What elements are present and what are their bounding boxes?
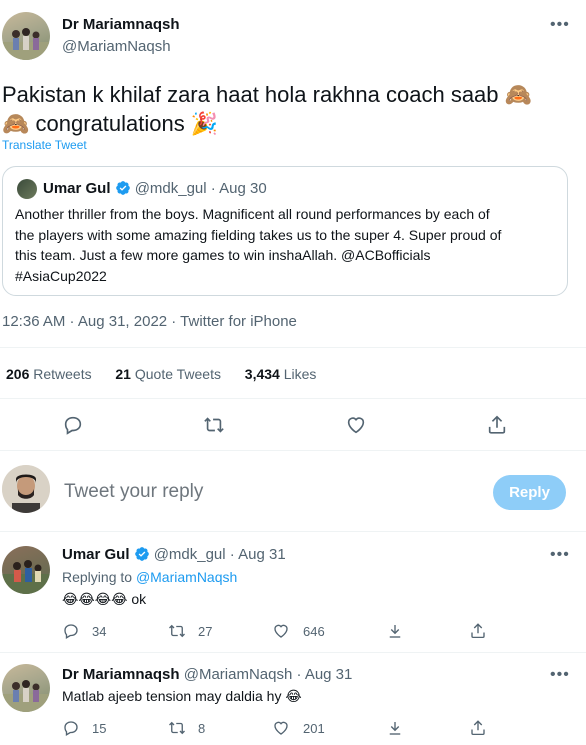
verified-icon xyxy=(115,180,131,200)
quoted-text-line: #AsiaCup2022 xyxy=(15,267,107,284)
reply-header: Dr Mariamnaqsh @MariamNaqsh · Aug 31 xyxy=(62,666,352,683)
retweets-count: 206 xyxy=(6,366,30,382)
separator: · xyxy=(229,546,235,563)
reply-header: Umar Gul @mdk_gul · Aug 31 xyxy=(62,546,286,566)
like-icon[interactable] xyxy=(272,622,290,640)
reply-count: 15 xyxy=(92,721,107,736)
quoted-text-line: the players with some amazing fielding t… xyxy=(15,226,502,243)
tweet-text: Pakistan k khilaf zara haat hola rakhna … xyxy=(2,80,586,138)
like-icon[interactable] xyxy=(345,414,367,436)
tweet-text-line1: Pakistan k khilaf zara haat hola rakhna … xyxy=(2,82,499,107)
reply-author-handle[interactable]: @mdk_gul xyxy=(154,546,226,563)
quoted-text-line: Another thriller from the boys. Magnific… xyxy=(15,206,490,222)
more-icon[interactable]: ••• xyxy=(550,547,570,563)
retweets-stat[interactable]: 206 Retweets xyxy=(6,366,92,382)
retweets-label: Retweets xyxy=(33,366,92,382)
retweet-count: 27 xyxy=(198,624,213,639)
reply-date[interactable]: Aug 31 xyxy=(305,666,353,683)
quotes-label: Quote Tweets xyxy=(134,366,221,382)
separator: · xyxy=(296,666,302,683)
replying-to-link[interactable]: @MariamNaqsh xyxy=(136,569,237,585)
replying-to-prefix: Replying to xyxy=(62,569,133,585)
retweet-count: 8 xyxy=(198,721,206,736)
more-icon[interactable]: ••• xyxy=(550,17,570,33)
reply-author-handle[interactable]: @MariamNaqsh xyxy=(184,666,293,683)
monkey-emoji-icon: 🙈 xyxy=(2,111,30,136)
replying-to: Replying to @MariamNaqsh xyxy=(62,569,237,585)
quoted-author-handle: @mdk_gul xyxy=(134,180,207,197)
download-icon[interactable] xyxy=(386,719,404,737)
likes-stat[interactable]: 3,434 Likes xyxy=(245,366,317,382)
reply-author-avatar[interactable] xyxy=(2,546,50,594)
reply-author-name[interactable]: Dr Mariamnaqsh xyxy=(62,666,180,683)
reply-text-body: ok xyxy=(131,591,147,607)
download-icon[interactable] xyxy=(386,622,404,640)
reply-count: 34 xyxy=(92,624,107,639)
reply-author-name[interactable]: Umar Gul xyxy=(62,546,130,563)
share-icon[interactable] xyxy=(486,414,508,436)
verified-icon xyxy=(134,546,150,566)
like-icon[interactable] xyxy=(272,719,290,737)
separator: · xyxy=(210,180,216,197)
likes-label: Likes xyxy=(283,366,317,382)
author-avatar[interactable] xyxy=(2,12,50,60)
author-name[interactable]: Dr Mariamnaqsh xyxy=(62,16,180,33)
reply-icon[interactable] xyxy=(62,622,80,640)
share-icon[interactable] xyxy=(469,719,487,737)
reply-text-body: Matlab ajeeb tension may daldia hy xyxy=(62,688,282,704)
reply-button[interactable]: Reply xyxy=(493,475,566,510)
share-icon[interactable] xyxy=(469,622,487,640)
laughing-emoji-icon: 😂😂😂😂 xyxy=(62,591,128,607)
current-user-avatar[interactable] xyxy=(2,465,50,513)
reply-input[interactable]: Tweet your reply xyxy=(64,481,203,503)
quote-tweets-stat[interactable]: 21 Quote Tweets xyxy=(115,366,221,382)
like-count: 201 xyxy=(303,721,325,736)
party-emoji-icon: 🎉 xyxy=(190,111,219,136)
reply-text: 😂😂😂😂 ok xyxy=(62,591,146,608)
reply-icon[interactable] xyxy=(62,719,80,737)
author-handle[interactable]: @MariamNaqsh xyxy=(62,38,171,55)
more-icon[interactable]: ••• xyxy=(550,667,570,683)
tweet-text-line2: congratulations xyxy=(35,111,185,136)
retweet-icon[interactable] xyxy=(168,622,186,640)
translate-tweet-link[interactable]: Translate Tweet xyxy=(2,138,87,152)
like-count: 646 xyxy=(303,624,325,639)
quoted-header: Umar Gul @mdk_gul · Aug 30 xyxy=(43,180,267,200)
tweet-stats: 206 Retweets 21 Quote Tweets 3,434 Likes xyxy=(6,366,316,382)
quoted-date: Aug 30 xyxy=(219,180,267,197)
quoted-tweet-card[interactable]: Umar Gul @mdk_gul · Aug 30 Another thril… xyxy=(2,166,568,296)
likes-count: 3,434 xyxy=(244,366,280,382)
laughing-emoji-icon: 😂 xyxy=(285,688,302,704)
quoted-author-name: Umar Gul xyxy=(43,180,111,197)
tweet-timestamp[interactable]: 12:36 AM · Aug 31, 2022 · Twitter for iP… xyxy=(2,313,297,330)
reply-author-avatar[interactable] xyxy=(2,664,50,712)
monkey-emoji-icon: 🙈 xyxy=(504,82,533,107)
quoted-text-line: this team. Just a few more games to win … xyxy=(15,247,431,263)
reply-icon[interactable] xyxy=(62,414,84,436)
retweet-icon[interactable] xyxy=(168,719,186,737)
quoted-author-avatar xyxy=(17,179,37,199)
quotes-count: 21 xyxy=(115,366,131,382)
retweet-icon[interactable] xyxy=(203,414,225,436)
reply-date[interactable]: Aug 31 xyxy=(238,546,286,563)
quoted-text: Another thriller from the boys. Magnific… xyxy=(15,204,501,286)
reply-text: Matlab ajeeb tension may daldia hy 😂 xyxy=(62,688,302,705)
